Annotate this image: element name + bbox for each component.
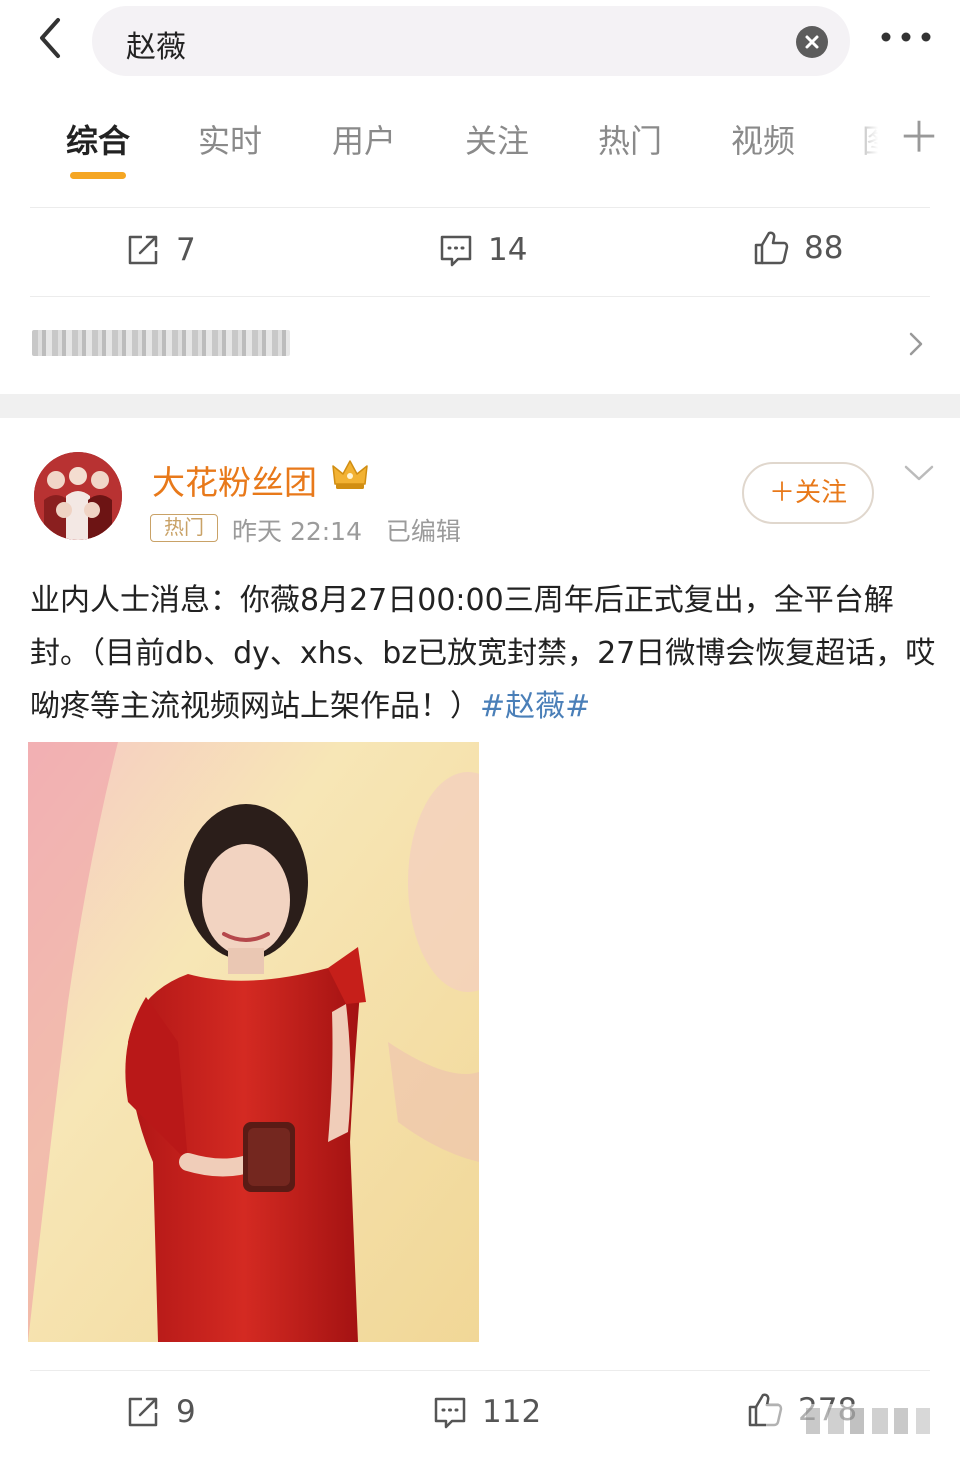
thumbs-up-icon: [754, 231, 789, 265]
tab-video[interactable]: 视频: [731, 116, 795, 162]
section-separator: [0, 394, 960, 418]
follow-button[interactable]: ＋关注: [742, 462, 874, 524]
repost-icon: [128, 235, 158, 265]
active-tab-indicator: [70, 172, 126, 179]
search-query[interactable]: 赵薇: [126, 22, 186, 66]
comment-count: 14: [488, 232, 528, 268]
more-options-icon[interactable]: [878, 22, 934, 56]
tabs-fade-overlay: [846, 100, 892, 180]
like-count: 88: [804, 230, 844, 266]
divider: [30, 207, 930, 208]
search-header: 赵薇: [0, 0, 960, 80]
post-comment-button[interactable]: 112: [432, 1392, 541, 1432]
repost-button[interactable]: 7: [126, 230, 196, 270]
tab-following[interactable]: 关注: [465, 116, 529, 162]
search-input[interactable]: 赵薇: [92, 6, 850, 76]
back-arrow-icon[interactable]: [28, 14, 76, 62]
chevron-right-icon[interactable]: [905, 328, 927, 360]
watermark-overlay: [746, 1390, 942, 1448]
comment-icon: [440, 235, 472, 267]
divider: [30, 1370, 930, 1371]
chevron-down-icon[interactable]: [902, 462, 936, 484]
post-image[interactable]: [28, 742, 479, 1342]
like-button[interactable]: 88: [752, 228, 843, 268]
add-tab-icon[interactable]: ＋: [898, 117, 940, 159]
search-tabs: 综合 实时 用户 关注 热门 视频 图: [0, 100, 960, 190]
divider: [30, 296, 930, 297]
post-repost-button[interactable]: 9: [126, 1392, 196, 1432]
avatar[interactable]: [34, 452, 122, 540]
tab-users[interactable]: 用户: [332, 116, 396, 162]
post-author-name[interactable]: 大花粉丝团: [152, 456, 317, 504]
comment-button[interactable]: 14: [438, 230, 527, 270]
tab-realtime[interactable]: 实时: [198, 116, 262, 162]
post-timestamp: 昨天 22:14 已编辑: [232, 517, 461, 546]
blurred-content-bar: [32, 330, 290, 356]
clear-search-icon[interactable]: [796, 26, 828, 58]
hashtag-link[interactable]: #赵薇#: [480, 689, 590, 724]
comment-icon: [434, 1397, 466, 1429]
tab-comprehensive[interactable]: 综合: [66, 116, 130, 162]
post-comment-count: 112: [482, 1394, 542, 1430]
hot-badge: 热门: [150, 514, 218, 542]
post-content: 业内人士消息：你薇8月27日00:00三周年后正式复出，全平台解封。（目前db、…: [30, 574, 940, 733]
post-repost-count: 9: [176, 1394, 196, 1430]
crown-icon: [330, 456, 370, 492]
repost-count: 7: [176, 232, 196, 268]
tab-hot[interactable]: 热门: [598, 116, 662, 162]
repost-icon: [128, 1397, 158, 1427]
